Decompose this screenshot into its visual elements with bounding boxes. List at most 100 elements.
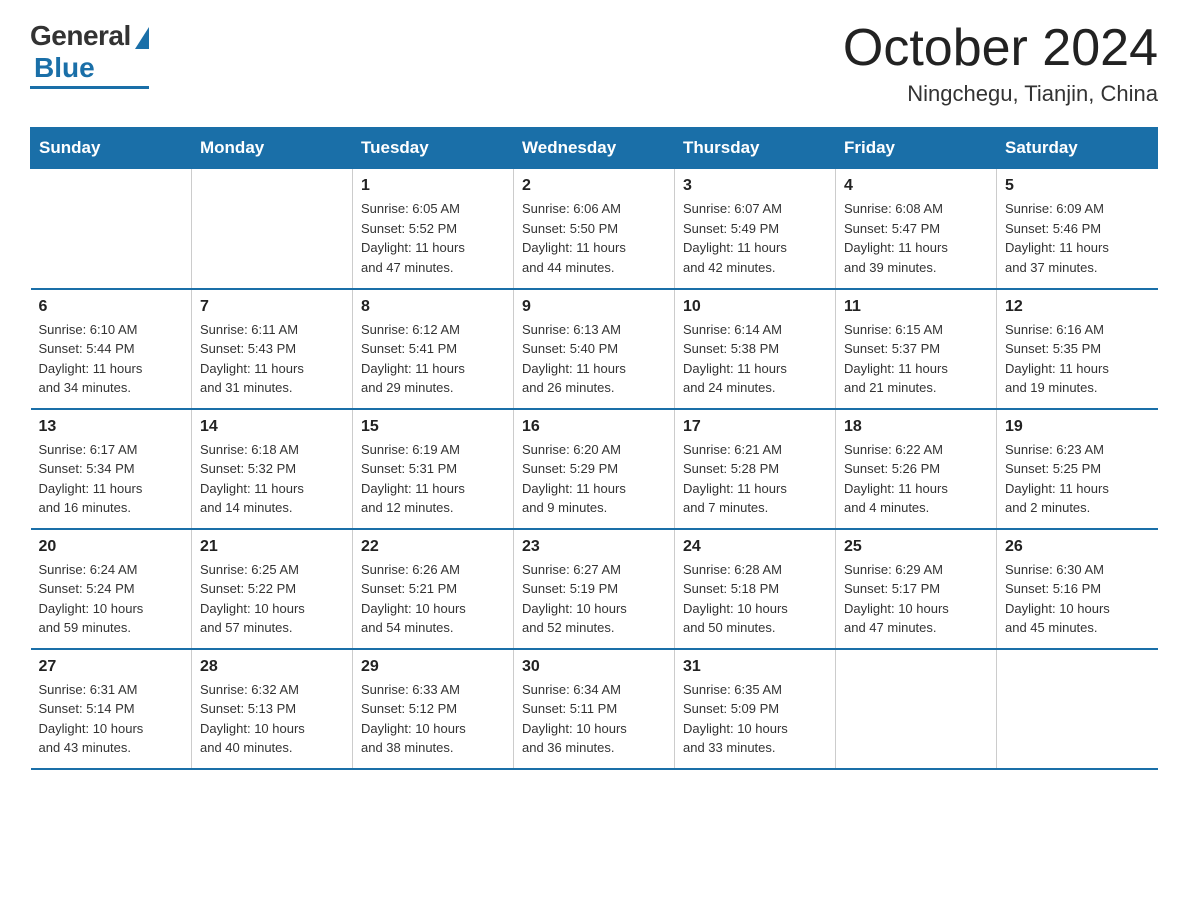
day-number: 20 — [39, 538, 184, 556]
day-info: Sunrise: 6:24 AM Sunset: 5:24 PM Dayligh… — [39, 560, 184, 638]
calendar-cell: 24 Sunrise: 6:28 AM Sunset: 5:18 PM Dayli… — [675, 529, 836, 649]
calendar-cell: 13 Sunrise: 6:17 AM Sunset: 5:34 PM Dayli… — [31, 409, 192, 529]
day-info: Sunrise: 6:15 AM Sunset: 5:37 PM Dayligh… — [844, 320, 988, 398]
calendar-table: Sunday Monday Tuesday Wednesday Thursday… — [30, 127, 1158, 770]
day-info: Sunrise: 6:22 AM Sunset: 5:26 PM Dayligh… — [844, 440, 988, 518]
day-number: 8 — [361, 298, 505, 316]
calendar-cell: 18Sunrise: 6:22 AM Sunset: 5:26 PM Dayli… — [836, 409, 997, 529]
day-number: 13 — [39, 418, 184, 436]
day-info: Sunrise: 6:28 AM Sunset: 5:18 PM Dayligh… — [683, 560, 827, 638]
day-number: 15 — [361, 418, 505, 436]
calendar-cell: 1 Sunrise: 6:05 AM Sunset: 5:52 PM Daylig… — [353, 169, 514, 289]
calendar-week-row: 20 Sunrise: 6:24 AM Sunset: 5:24 PM Dayli… — [31, 529, 1158, 649]
calendar-cell: 5 Sunrise: 6:09 AM Sunset: 5:46 PM Daylig… — [997, 169, 1158, 289]
header-saturday: Saturday — [997, 128, 1158, 169]
day-info: Sunrise: 6:11 AM Sunset: 5:43 PM Dayligh… — [200, 320, 344, 398]
calendar-cell: 12 Sunrise: 6:16 AM Sunset: 5:35 PM Dayli… — [997, 289, 1158, 409]
day-info: Sunrise: 6:27 AM Sunset: 5:19 PM Dayligh… — [522, 560, 666, 638]
day-number: 11 — [844, 298, 988, 316]
calendar-cell: 21Sunrise: 6:25 AM Sunset: 5:22 PM Dayli… — [192, 529, 353, 649]
header-thursday: Thursday — [675, 128, 836, 169]
day-info: Sunrise: 6:10 AM Sunset: 5:44 PM Dayligh… — [39, 320, 184, 398]
day-number: 1 — [361, 177, 505, 195]
calendar-cell: 19 Sunrise: 6:23 AM Sunset: 5:25 PM Dayli… — [997, 409, 1158, 529]
calendar-cell: 27 Sunrise: 6:31 AM Sunset: 5:14 PM Dayli… — [31, 649, 192, 769]
day-info: Sunrise: 6:30 AM Sunset: 5:16 PM Dayligh… — [1005, 560, 1150, 638]
day-info: Sunrise: 6:23 AM Sunset: 5:25 PM Dayligh… — [1005, 440, 1150, 518]
day-number: 16 — [522, 418, 666, 436]
calendar-week-row: 1 Sunrise: 6:05 AM Sunset: 5:52 PM Daylig… — [31, 169, 1158, 289]
calendar-header: Sunday Monday Tuesday Wednesday Thursday… — [31, 128, 1158, 169]
day-info: Sunrise: 6:16 AM Sunset: 5:35 PM Dayligh… — [1005, 320, 1150, 398]
header-friday: Friday — [836, 128, 997, 169]
day-number: 19 — [1005, 418, 1150, 436]
calendar-week-row: 13 Sunrise: 6:17 AM Sunset: 5:34 PM Dayli… — [31, 409, 1158, 529]
day-info: Sunrise: 6:20 AM Sunset: 5:29 PM Dayligh… — [522, 440, 666, 518]
day-info: Sunrise: 6:31 AM Sunset: 5:14 PM Dayligh… — [39, 680, 184, 758]
day-number: 6 — [39, 298, 184, 316]
day-number: 5 — [1005, 177, 1150, 195]
calendar-week-row: 6 Sunrise: 6:10 AM Sunset: 5:44 PM Daylig… — [31, 289, 1158, 409]
day-number: 29 — [361, 658, 505, 676]
day-number: 27 — [39, 658, 184, 676]
day-number: 9 — [522, 298, 666, 316]
calendar-cell: 9 Sunrise: 6:13 AM Sunset: 5:40 PM Daylig… — [514, 289, 675, 409]
day-info: Sunrise: 6:07 AM Sunset: 5:49 PM Dayligh… — [683, 199, 827, 277]
day-info: Sunrise: 6:18 AM Sunset: 5:32 PM Dayligh… — [200, 440, 344, 518]
calendar-cell: 14Sunrise: 6:18 AM Sunset: 5:32 PM Dayli… — [192, 409, 353, 529]
day-info: Sunrise: 6:29 AM Sunset: 5:17 PM Dayligh… — [844, 560, 988, 638]
day-info: Sunrise: 6:13 AM Sunset: 5:40 PM Dayligh… — [522, 320, 666, 398]
calendar-cell: 31 Sunrise: 6:35 AM Sunset: 5:09 PM Dayli… — [675, 649, 836, 769]
day-number: 7 — [200, 298, 344, 316]
calendar-cell: 15Sunrise: 6:19 AM Sunset: 5:31 PM Dayli… — [353, 409, 514, 529]
day-number: 30 — [522, 658, 666, 676]
logo-blue-text: Blue — [34, 52, 95, 84]
calendar-cell: 30 Sunrise: 6:34 AM Sunset: 5:11 PM Dayli… — [514, 649, 675, 769]
header-wednesday: Wednesday — [514, 128, 675, 169]
header-monday: Monday — [192, 128, 353, 169]
day-number: 31 — [683, 658, 827, 676]
day-number: 28 — [200, 658, 344, 676]
day-info: Sunrise: 6:21 AM Sunset: 5:28 PM Dayligh… — [683, 440, 827, 518]
day-number: 24 — [683, 538, 827, 556]
day-number: 21 — [200, 538, 344, 556]
calendar-cell: 20 Sunrise: 6:24 AM Sunset: 5:24 PM Dayli… — [31, 529, 192, 649]
calendar-cell: 17Sunrise: 6:21 AM Sunset: 5:28 PM Dayli… — [675, 409, 836, 529]
calendar-cell: 11 Sunrise: 6:15 AM Sunset: 5:37 PM Dayli… — [836, 289, 997, 409]
calendar-cell: 7 Sunrise: 6:11 AM Sunset: 5:43 PM Daylig… — [192, 289, 353, 409]
day-info: Sunrise: 6:26 AM Sunset: 5:21 PM Dayligh… — [361, 560, 505, 638]
header-tuesday: Tuesday — [353, 128, 514, 169]
day-info: Sunrise: 6:12 AM Sunset: 5:41 PM Dayligh… — [361, 320, 505, 398]
location: Ningchegu, Tianjin, China — [843, 81, 1158, 107]
title-block: October 2024 Ningchegu, Tianjin, China — [843, 20, 1158, 107]
calendar-cell: 25 Sunrise: 6:29 AM Sunset: 5:17 PM Dayli… — [836, 529, 997, 649]
header-row: Sunday Monday Tuesday Wednesday Thursday… — [31, 128, 1158, 169]
day-number: 2 — [522, 177, 666, 195]
logo-triangle-icon — [135, 27, 149, 49]
header-sunday: Sunday — [31, 128, 192, 169]
day-number: 22 — [361, 538, 505, 556]
calendar-week-row: 27 Sunrise: 6:31 AM Sunset: 5:14 PM Dayli… — [31, 649, 1158, 769]
calendar-cell: 6 Sunrise: 6:10 AM Sunset: 5:44 PM Daylig… — [31, 289, 192, 409]
day-info: Sunrise: 6:05 AM Sunset: 5:52 PM Dayligh… — [361, 199, 505, 277]
day-number: 12 — [1005, 298, 1150, 316]
day-number: 26 — [1005, 538, 1150, 556]
day-info: Sunrise: 6:35 AM Sunset: 5:09 PM Dayligh… — [683, 680, 827, 758]
day-number: 25 — [844, 538, 988, 556]
calendar-cell: 28Sunrise: 6:32 AM Sunset: 5:13 PM Dayli… — [192, 649, 353, 769]
day-info: Sunrise: 6:17 AM Sunset: 5:34 PM Dayligh… — [39, 440, 184, 518]
day-number: 3 — [683, 177, 827, 195]
logo: General Blue — [30, 20, 149, 89]
calendar-cell: 8 Sunrise: 6:12 AM Sunset: 5:41 PM Daylig… — [353, 289, 514, 409]
calendar-cell — [997, 649, 1158, 769]
calendar-body: 1 Sunrise: 6:05 AM Sunset: 5:52 PM Daylig… — [31, 169, 1158, 769]
day-info: Sunrise: 6:09 AM Sunset: 5:46 PM Dayligh… — [1005, 199, 1150, 277]
day-info: Sunrise: 6:34 AM Sunset: 5:11 PM Dayligh… — [522, 680, 666, 758]
calendar-cell: 2Sunrise: 6:06 AM Sunset: 5:50 PM Daylig… — [514, 169, 675, 289]
month-title: October 2024 — [843, 20, 1158, 77]
calendar-cell — [836, 649, 997, 769]
day-number: 10 — [683, 298, 827, 316]
calendar-cell: 4Sunrise: 6:08 AM Sunset: 5:47 PM Daylig… — [836, 169, 997, 289]
day-number: 4 — [844, 177, 988, 195]
calendar-cell — [31, 169, 192, 289]
